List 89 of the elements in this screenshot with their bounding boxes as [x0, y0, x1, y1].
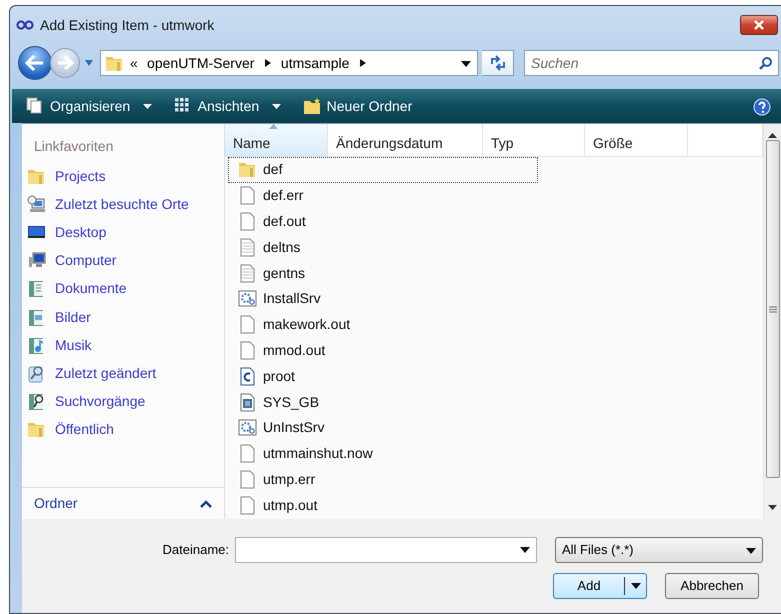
- close-button[interactable]: [740, 15, 778, 35]
- breadcrumb-arrow-icon[interactable]: [264, 58, 272, 68]
- overflow-chevron[interactable]: «: [130, 52, 138, 74]
- file-icon: [238, 340, 257, 360]
- file-row[interactable]: gentns: [228, 260, 538, 286]
- scroll-up-icon[interactable]: [768, 132, 777, 138]
- file-row[interactable]: def.err: [228, 182, 538, 209]
- pages-icon: [26, 97, 44, 115]
- c-file-icon: [238, 366, 257, 386]
- dropdown-caret-icon[interactable]: [460, 60, 470, 67]
- sidebar-item[interactable]: Bilder: [22, 302, 224, 332]
- back-button[interactable]: [18, 46, 52, 80]
- picture-book-icon: [27, 308, 46, 327]
- gear-window-icon: [238, 418, 257, 438]
- file-type-select[interactable]: All Files (*.*): [555, 537, 763, 563]
- app-icon: [16, 20, 34, 30]
- file-row[interactable]: def: [228, 157, 538, 183]
- file-icon: [238, 186, 257, 206]
- file-row[interactable]: def.out: [228, 208, 538, 234]
- filename-field[interactable]: [235, 537, 537, 563]
- dropdown-caret-icon: [746, 548, 756, 554]
- application-icon: [238, 392, 257, 412]
- scroll-thumb[interactable]: [766, 140, 780, 478]
- window-title: Add Existing Item - utmwork: [40, 16, 214, 35]
- sidebar-item[interactable]: Projects: [22, 162, 224, 190]
- file-icon: [238, 470, 257, 489]
- document-book-icon: [27, 279, 46, 298]
- sidebar-item[interactable]: Desktop: [22, 218, 224, 247]
- file-row[interactable]: InstallSrv: [228, 286, 538, 312]
- sidebar-item[interactable]: Zuletzt besuchte Orte: [22, 190, 224, 218]
- breadcrumb-item[interactable]: openUTM-Server: [144, 52, 258, 74]
- magnifier-book-icon: [27, 392, 46, 412]
- column-header[interactable]: Größe: [585, 124, 688, 156]
- file-row[interactable]: deltns: [228, 234, 538, 260]
- file-row[interactable]: UnInstSrv: [228, 414, 538, 441]
- sidebar-item[interactable]: Öffentlich: [22, 416, 224, 444]
- recent-pages-caret-icon[interactable]: [84, 59, 94, 67]
- file-row[interactable]: utmp.out: [228, 492, 538, 518]
- close-icon: [753, 20, 765, 30]
- new-folder-icon: [302, 97, 321, 115]
- sidebar-item[interactable]: Suchvorgänge: [22, 388, 224, 416]
- toolbar-button[interactable]: Neuer Ordner: [298, 94, 416, 118]
- clock-computer-icon: [27, 194, 46, 214]
- text-file-icon: [238, 264, 257, 283]
- file-icon: [238, 315, 257, 334]
- refresh-icon: [488, 55, 506, 71]
- column-header[interactable]: Name: [225, 124, 328, 156]
- refresh-button[interactable]: [482, 50, 514, 76]
- grip-icon: [768, 306, 776, 312]
- toolbar-button[interactable]: Organisieren: [22, 94, 156, 118]
- file-row[interactable]: proot: [228, 363, 538, 390]
- sidebar-item[interactable]: Computer: [22, 246, 224, 275]
- breadcrumb-arrow-icon[interactable]: [358, 58, 367, 68]
- scrollbar[interactable]: [763, 124, 781, 519]
- file-row[interactable]: utmmainshut.now: [228, 440, 538, 467]
- file-row[interactable]: makework.out: [228, 312, 538, 338]
- file-row[interactable]: SYS_GB: [228, 389, 538, 415]
- filename-label: Dateiname:: [162, 541, 229, 560]
- sidebar-item[interactable]: Musik: [22, 331, 224, 360]
- column-header[interactable]: Änderungsdatum: [328, 124, 483, 156]
- file-icon: [238, 212, 257, 231]
- file-row[interactable]: mmod.out: [228, 338, 538, 364]
- split-caret-icon[interactable]: [630, 583, 640, 589]
- search-field[interactable]: Suchen: [524, 50, 779, 76]
- folder-icon: [27, 420, 46, 440]
- back-arrow-icon: [25, 55, 45, 71]
- file-row[interactable]: utmp.err: [228, 466, 538, 492]
- sort-arrow-icon: [269, 124, 278, 129]
- gear-window-icon: [238, 289, 257, 308]
- column-header[interactable]: Typ: [483, 124, 585, 156]
- music-book-icon: [27, 336, 46, 355]
- breadcrumb-item[interactable]: utmsample: [278, 52, 353, 74]
- folder-icon: [238, 160, 257, 180]
- forward-arrow-icon: [56, 56, 74, 70]
- help-icon: [753, 98, 771, 116]
- collapse-chevron-icon: [200, 500, 212, 508]
- file-icon: [238, 444, 257, 464]
- sidebar-item[interactable]: Zuletzt geändert: [22, 359, 224, 388]
- file-icon: [238, 496, 257, 515]
- dropdown-caret-icon[interactable]: [520, 547, 530, 553]
- help-button[interactable]: [753, 96, 771, 116]
- search-icon[interactable]: [759, 56, 773, 70]
- sidebar-item[interactable]: Dokumente: [22, 274, 224, 303]
- cancel-button[interactable]: Abbrechen: [665, 573, 759, 599]
- toolbar-button[interactable]: Ansichten: [170, 94, 285, 118]
- sidebar-heading: Linkfavoriten: [33, 137, 114, 156]
- text-file-icon: [238, 238, 257, 257]
- address-bar[interactable]: « openUTM-Server utmsample: [100, 50, 478, 76]
- scroll-down-icon[interactable]: [768, 505, 777, 511]
